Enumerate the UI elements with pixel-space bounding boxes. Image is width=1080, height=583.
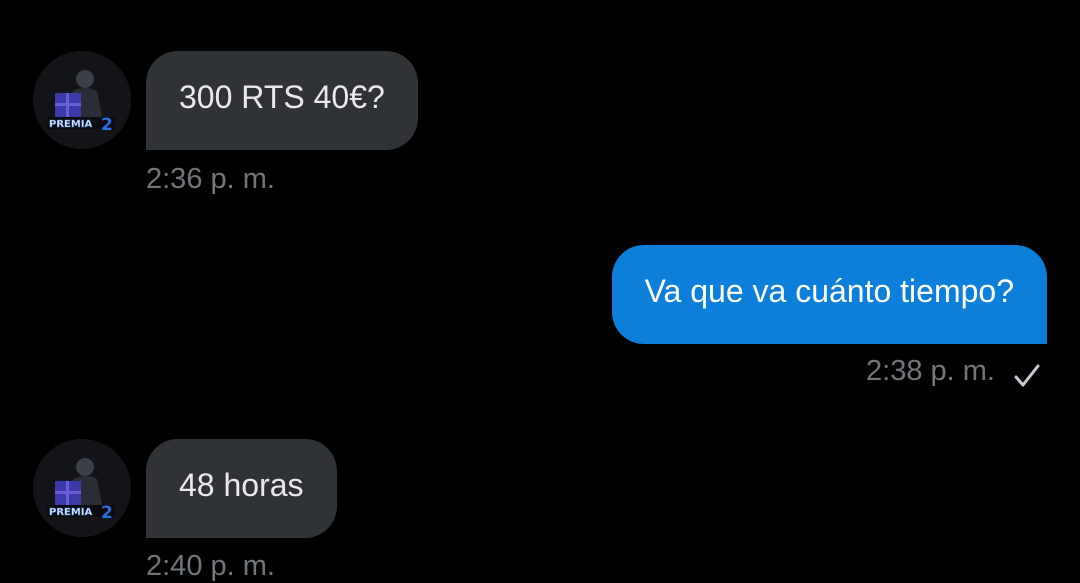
svg-text:PREMIA: PREMIA: [49, 507, 93, 518]
svg-text:PREMIA: PREMIA: [49, 119, 93, 130]
checkmark-icon: [1014, 364, 1040, 387]
message-text: 300 RTS 40€?: [179, 79, 385, 115]
svg-text:2: 2: [101, 115, 113, 135]
message-bubble-incoming[interactable]: 48 horas: [146, 439, 337, 538]
message-text: 48 horas: [179, 467, 304, 503]
premia2-logo: PREMIA 2: [33, 439, 131, 537]
svg-text:2: 2: [101, 503, 113, 523]
message-bubble-incoming[interactable]: 300 RTS 40€?: [146, 51, 418, 150]
checkmark-icon: [1008, 0, 1030, 6]
message-timestamp: 2:36 p. m.: [146, 163, 275, 195]
message-timestamp: 2:38 p. m.: [866, 355, 995, 387]
premia2-logo: PREMIA 2: [33, 51, 131, 149]
message-text: Va que va cuánto tiempo?: [644, 273, 1014, 309]
avatar[interactable]: PREMIA 2: [33, 51, 131, 149]
avatar[interactable]: PREMIA 2: [33, 439, 131, 537]
message-bubble-outgoing[interactable]: Va que va cuánto tiempo?: [611, 245, 1047, 344]
message-timestamp: 2:40 p. m.: [146, 550, 275, 582]
